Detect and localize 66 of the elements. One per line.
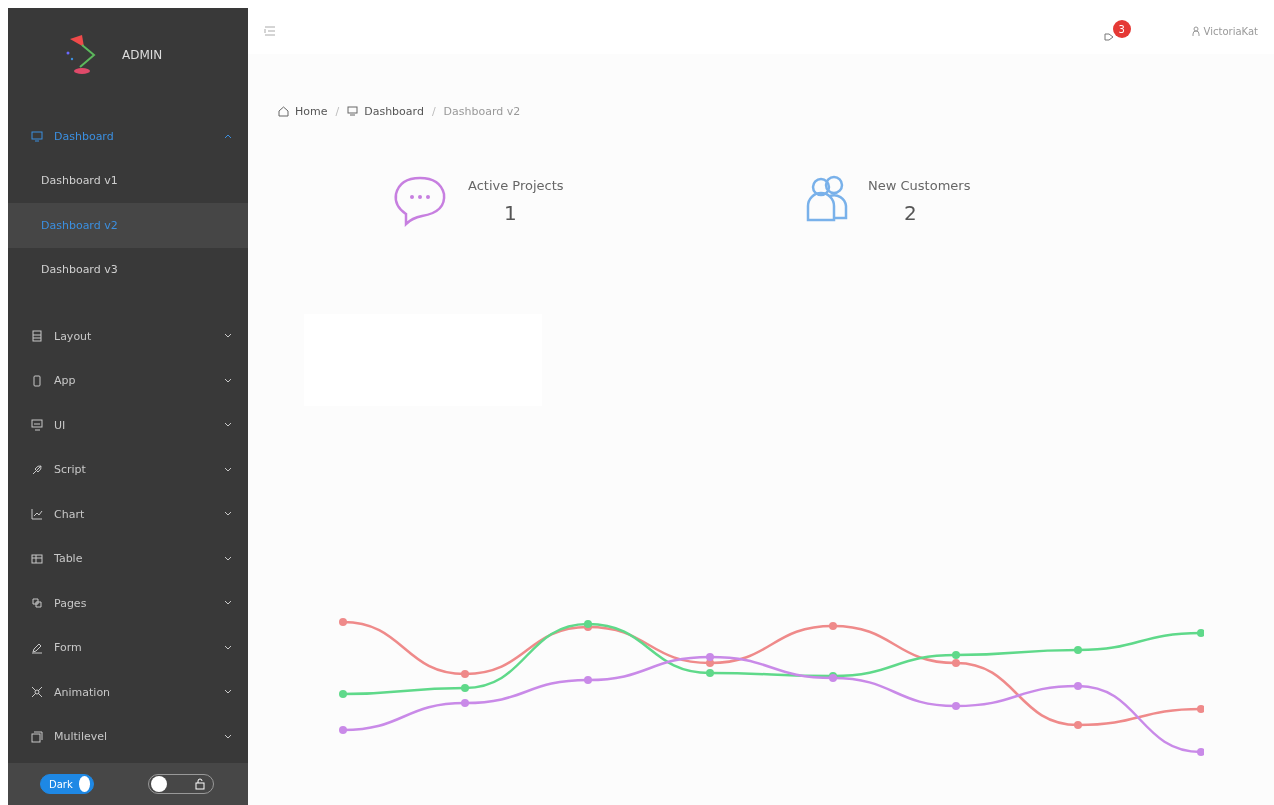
monitor-icon — [347, 106, 359, 116]
caret-icon — [224, 555, 232, 562]
caret-icon — [224, 600, 232, 607]
menu-item-icon — [30, 329, 44, 344]
menu-item-icon — [30, 729, 44, 744]
menu-item-icon — [30, 551, 44, 566]
breadcrumb-separator: / — [431, 104, 436, 118]
stat-value: 1 — [503, 201, 518, 225]
sidebar-item[interactable]: Script — [8, 447, 248, 492]
data-point — [1074, 721, 1082, 729]
sidebar-item[interactable]: Form — [8, 625, 248, 670]
caret-icon — [224, 644, 232, 651]
sidebar-item[interactable]: Table — [8, 536, 248, 581]
caret-icon — [224, 466, 232, 473]
stat-label: New Customers — [868, 178, 971, 193]
data-point — [706, 669, 714, 677]
caret-icon — [224, 689, 232, 696]
caret-icon — [224, 333, 232, 340]
caret-icon — [224, 511, 232, 518]
breadcrumb-separator: / — [335, 104, 340, 118]
caret-icon — [224, 133, 232, 140]
data-point — [461, 684, 469, 692]
sidebar-item[interactable]: Pages — [8, 581, 248, 626]
breadcrumb-current: Dashboard v2 — [443, 104, 521, 118]
sidebar-item[interactable]: Chart — [8, 492, 248, 537]
dark-mode-toggle[interactable]: Dark — [40, 774, 94, 794]
menu-item-icon — [30, 685, 44, 700]
data-point — [584, 676, 592, 684]
stat-label: Active Projects — [468, 178, 564, 193]
home-icon — [278, 105, 289, 117]
submenu-item[interactable]: Dashboard v3 — [8, 247, 248, 292]
data-point — [952, 702, 960, 710]
sidebar-item[interactable]: Animation — [8, 670, 248, 715]
menu-item-icon — [30, 507, 44, 522]
data-point — [339, 690, 347, 698]
data-point — [461, 670, 469, 678]
stat-value: 2 — [903, 201, 918, 225]
notification-icon[interactable] — [1103, 32, 1114, 42]
breadcrumb-link[interactable]: Dashboard — [347, 104, 424, 118]
logo-text: ADMIN — [122, 48, 163, 62]
sidebar-item[interactable]: UI — [8, 403, 248, 448]
data-point — [829, 622, 837, 630]
sidebar-item[interactable]: Multilevel — [8, 714, 248, 759]
caret-icon — [224, 733, 232, 740]
data-point — [1074, 682, 1082, 690]
submenu-item[interactable]: Dashboard v1 — [8, 158, 248, 203]
breadcrumb-link[interactable]: Home — [278, 104, 328, 118]
caret-icon — [224, 377, 232, 384]
caret-icon — [224, 422, 232, 429]
menu-item-icon — [30, 596, 44, 611]
data-point — [1074, 646, 1082, 654]
menu-item-icon — [30, 129, 44, 144]
notification-badge: 3 — [1112, 20, 1131, 38]
menu-item-icon — [30, 462, 44, 477]
data-point — [461, 699, 469, 707]
data-point — [339, 726, 347, 734]
lock-icon — [195, 778, 205, 790]
data-point — [339, 618, 347, 626]
data-point — [1197, 748, 1204, 756]
menu-item-icon — [30, 418, 44, 433]
data-point — [1197, 629, 1204, 637]
user-icon — [1191, 26, 1200, 36]
sidebar-item[interactable]: Layout — [8, 314, 248, 359]
sidebar-item[interactable]: App — [8, 358, 248, 403]
data-point — [1197, 705, 1204, 713]
menu-item-icon — [30, 373, 44, 388]
